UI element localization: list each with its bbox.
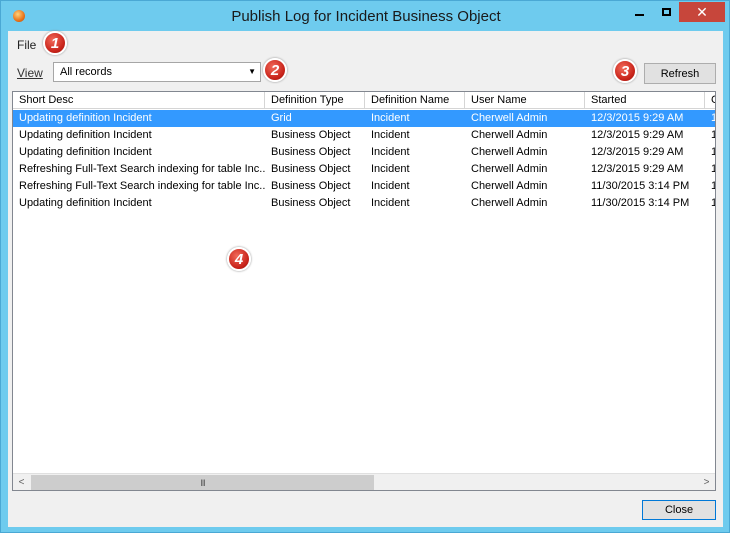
chevron-down-icon: ▼ [248,67,256,76]
cell-user-name: Cherwell Admin [471,146,548,158]
cell-definition-name: Incident [371,163,410,175]
cell-started: 11/30/2015 3:14 PM [591,180,690,192]
cell-truncated: 1 [705,144,715,161]
cell-definition-type: Business Object [271,146,351,158]
publish-log-window: Publish Log for Incident Business Object… [0,0,730,533]
cell-user-name: Cherwell Admin [471,180,548,192]
grid-header: Short Desc Definition Type Definition Na… [13,92,715,109]
minimize-icon [634,14,644,16]
callout-badge-4: 4 [227,247,251,271]
minimize-button[interactable] [625,2,653,22]
cell-started: 12/3/2015 9:29 AM [591,129,684,141]
cell-truncated: 1 [705,127,715,144]
cell-truncated: 1 [705,178,715,195]
callout-badge-2: 2 [263,58,287,82]
table-row[interactable]: Refreshing Full-Text Search indexing for… [13,178,715,195]
column-header-short-desc[interactable]: Short Desc [13,92,265,109]
table-row[interactable]: Updating definition Incident Grid Incide… [13,110,715,127]
window-title: Publish Log for Incident Business Object [231,8,501,25]
cell-definition-type: Business Object [271,180,351,192]
scroll-right-arrow-icon[interactable]: > [698,474,715,490]
refresh-button[interactable]: Refresh [644,63,716,84]
cell-started: 11/30/2015 3:14 PM [591,197,690,209]
cell-short-desc: Updating definition Incident [19,129,152,141]
scroll-left-arrow-icon[interactable]: < [13,474,30,490]
table-row[interactable]: Updating definition Incident Business Ob… [13,127,715,144]
cell-truncated: 1 [705,195,715,212]
cell-definition-type: Business Object [271,163,351,175]
column-header-user-name[interactable]: User Name [465,92,585,109]
dialog-body: File 1 View All records ▼ 2 3 Refresh Sh… [8,31,723,527]
cell-short-desc: Refreshing Full-Text Search indexing for… [19,163,265,175]
horizontal-scrollbar[interactable]: < III > [13,473,715,490]
maximize-button[interactable] [653,2,679,22]
close-button[interactable]: Close [642,500,716,520]
cell-started: 12/3/2015 9:29 AM [591,163,684,175]
column-header-truncated[interactable]: C [705,92,715,109]
cell-definition-type: Grid [271,112,292,124]
cell-started: 12/3/2015 9:29 AM [591,112,684,124]
cell-short-desc: Updating definition Incident [19,146,152,158]
table-row[interactable]: Updating definition Incident Business Ob… [13,144,715,161]
column-header-definition-name[interactable]: Definition Name [365,92,465,109]
table-row[interactable]: Updating definition Incident Business Ob… [13,195,715,212]
maximize-icon [661,8,671,16]
callout-badge-1: 1 [43,31,67,55]
cell-definition-type: Business Object [271,129,351,141]
view-dropdown[interactable]: All records ▼ [53,62,261,82]
cell-user-name: Cherwell Admin [471,129,548,141]
publish-log-grid[interactable]: Short Desc Definition Type Definition Na… [12,91,716,491]
cell-short-desc: Refreshing Full-Text Search indexing for… [19,180,265,192]
cell-user-name: Cherwell Admin [471,112,548,124]
menu-file[interactable]: File [17,38,36,52]
close-icon: ✕ [696,3,708,20]
view-label: View [17,66,43,80]
cell-definition-name: Incident [371,112,410,124]
cell-user-name: Cherwell Admin [471,163,548,175]
column-header-started[interactable]: Started [585,92,705,109]
table-row[interactable]: Refreshing Full-Text Search indexing for… [13,161,715,178]
cell-definition-name: Incident [371,180,410,192]
cell-definition-name: Incident [371,146,410,158]
callout-badge-3: 3 [613,59,637,83]
cell-definition-name: Incident [371,197,410,209]
cell-short-desc: Updating definition Incident [19,197,152,209]
cell-started: 12/3/2015 9:29 AM [591,146,684,158]
cell-user-name: Cherwell Admin [471,197,548,209]
close-window-button[interactable]: ✕ [679,2,725,22]
scrollbar-thumb[interactable]: III [31,475,374,490]
cell-definition-name: Incident [371,129,410,141]
view-selected-value: All records [60,66,112,78]
column-header-definition-type[interactable]: Definition Type [265,92,365,109]
cell-truncated: 1 [705,161,715,178]
cell-definition-type: Business Object [271,197,351,209]
cell-truncated: 1 [705,110,715,127]
cell-short-desc: Updating definition Incident [19,112,152,124]
title-bar[interactable]: Publish Log for Incident Business Object… [1,1,729,31]
